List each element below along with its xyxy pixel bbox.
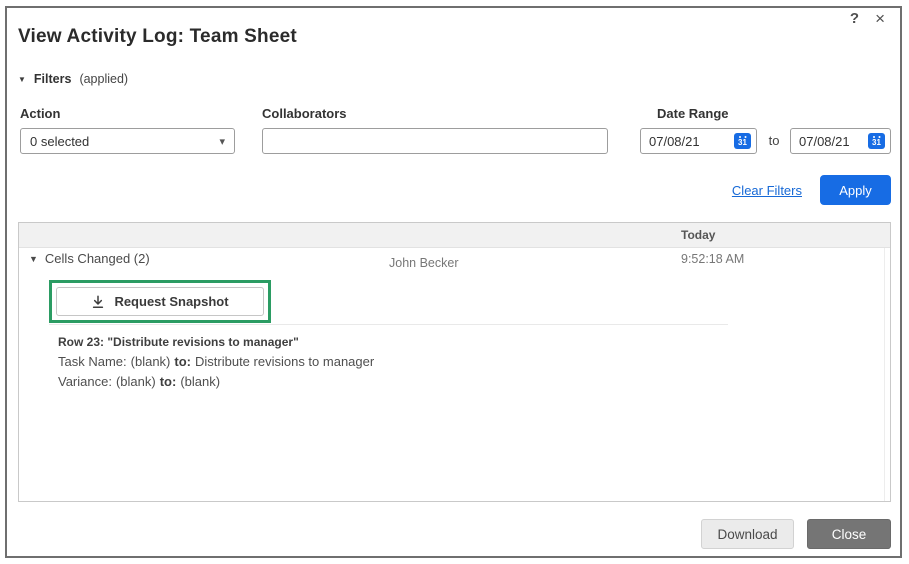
filters-status: (applied): [79, 72, 129, 86]
help-icon[interactable]: ?: [850, 10, 859, 27]
window-controls: ? ×: [850, 10, 885, 27]
log-entry-time: 9:52:18 AM: [681, 252, 745, 266]
footer-actions: Download Close: [701, 519, 891, 549]
action-select[interactable]: 0 selected ▾: [20, 128, 235, 154]
change-field: Variance:: [58, 374, 112, 389]
change-to-label: to:: [174, 354, 191, 369]
date-range-to-label: to: [768, 133, 780, 148]
change-to: Distribute revisions to manager: [195, 354, 375, 369]
change-line: Task Name: (blank) to: Distribute revisions…: [58, 354, 378, 369]
change-to: (blank): [180, 374, 221, 389]
action-select-value: 0 selected: [30, 133, 90, 149]
detail-separator: [49, 324, 728, 325]
change-line: Variance: (blank) to: (blank): [58, 374, 224, 389]
change-from: (blank): [115, 374, 156, 389]
change-row-header: Row 23: "Distribute revisions to manager…: [58, 335, 299, 349]
clear-filters-link[interactable]: Clear Filters: [732, 183, 802, 198]
filters-label: Filters: [33, 72, 72, 86]
day-header: Today: [681, 228, 716, 242]
close-button[interactable]: Close: [807, 519, 891, 549]
activity-log-dialog: ? × View Activity Log: Team Sheet ▼ Filt…: [5, 6, 902, 558]
filter-actions: Clear Filters Apply: [732, 175, 891, 205]
download-button[interactable]: Download: [701, 519, 794, 549]
close-icon[interactable]: ×: [875, 10, 885, 27]
calendar-icon[interactable]: 31: [868, 133, 885, 149]
log-entry-user: John Becker: [389, 256, 459, 270]
chevron-down-icon: ▾: [219, 135, 225, 148]
action-label: Action: [20, 106, 61, 121]
scrollbar-track[interactable]: [884, 248, 890, 501]
log-entry-expander[interactable]: ▼ Cells Changed (2): [29, 251, 150, 266]
date-range-label: Date Range: [657, 106, 729, 121]
log-entry-title: Cells Changed (2): [44, 251, 150, 266]
collaborators-label: Collaborators: [262, 106, 347, 121]
date-to-field[interactable]: 07/08/21 31: [790, 128, 891, 154]
change-field: Task Name:: [58, 354, 127, 369]
request-snapshot-label: Request Snapshot: [114, 294, 229, 309]
filters-expander[interactable]: ▼ Filters (applied): [18, 72, 128, 86]
request-snapshot-button[interactable]: Request Snapshot: [56, 287, 264, 316]
date-from-field[interactable]: 07/08/21 31: [640, 128, 757, 154]
change-from: (blank): [130, 354, 171, 369]
date-to-value: 07/08/21: [799, 133, 850, 149]
page-title: View Activity Log: Team Sheet: [18, 26, 297, 47]
chevron-down-icon: ▼: [18, 74, 26, 84]
calendar-icon[interactable]: 31: [734, 133, 751, 149]
collaborators-input[interactable]: [262, 128, 608, 154]
apply-button[interactable]: Apply: [820, 175, 891, 205]
highlight-box: Request Snapshot: [49, 280, 271, 323]
change-to-label: to:: [159, 374, 177, 389]
date-from-value: 07/08/21: [649, 133, 700, 149]
chevron-down-icon: ▼: [29, 253, 38, 264]
log-day-header-row: Today: [19, 223, 890, 248]
activity-log-panel: Today ▼ Cells Changed (2) John Becker 9:…: [18, 222, 891, 502]
download-icon: [93, 294, 104, 308]
